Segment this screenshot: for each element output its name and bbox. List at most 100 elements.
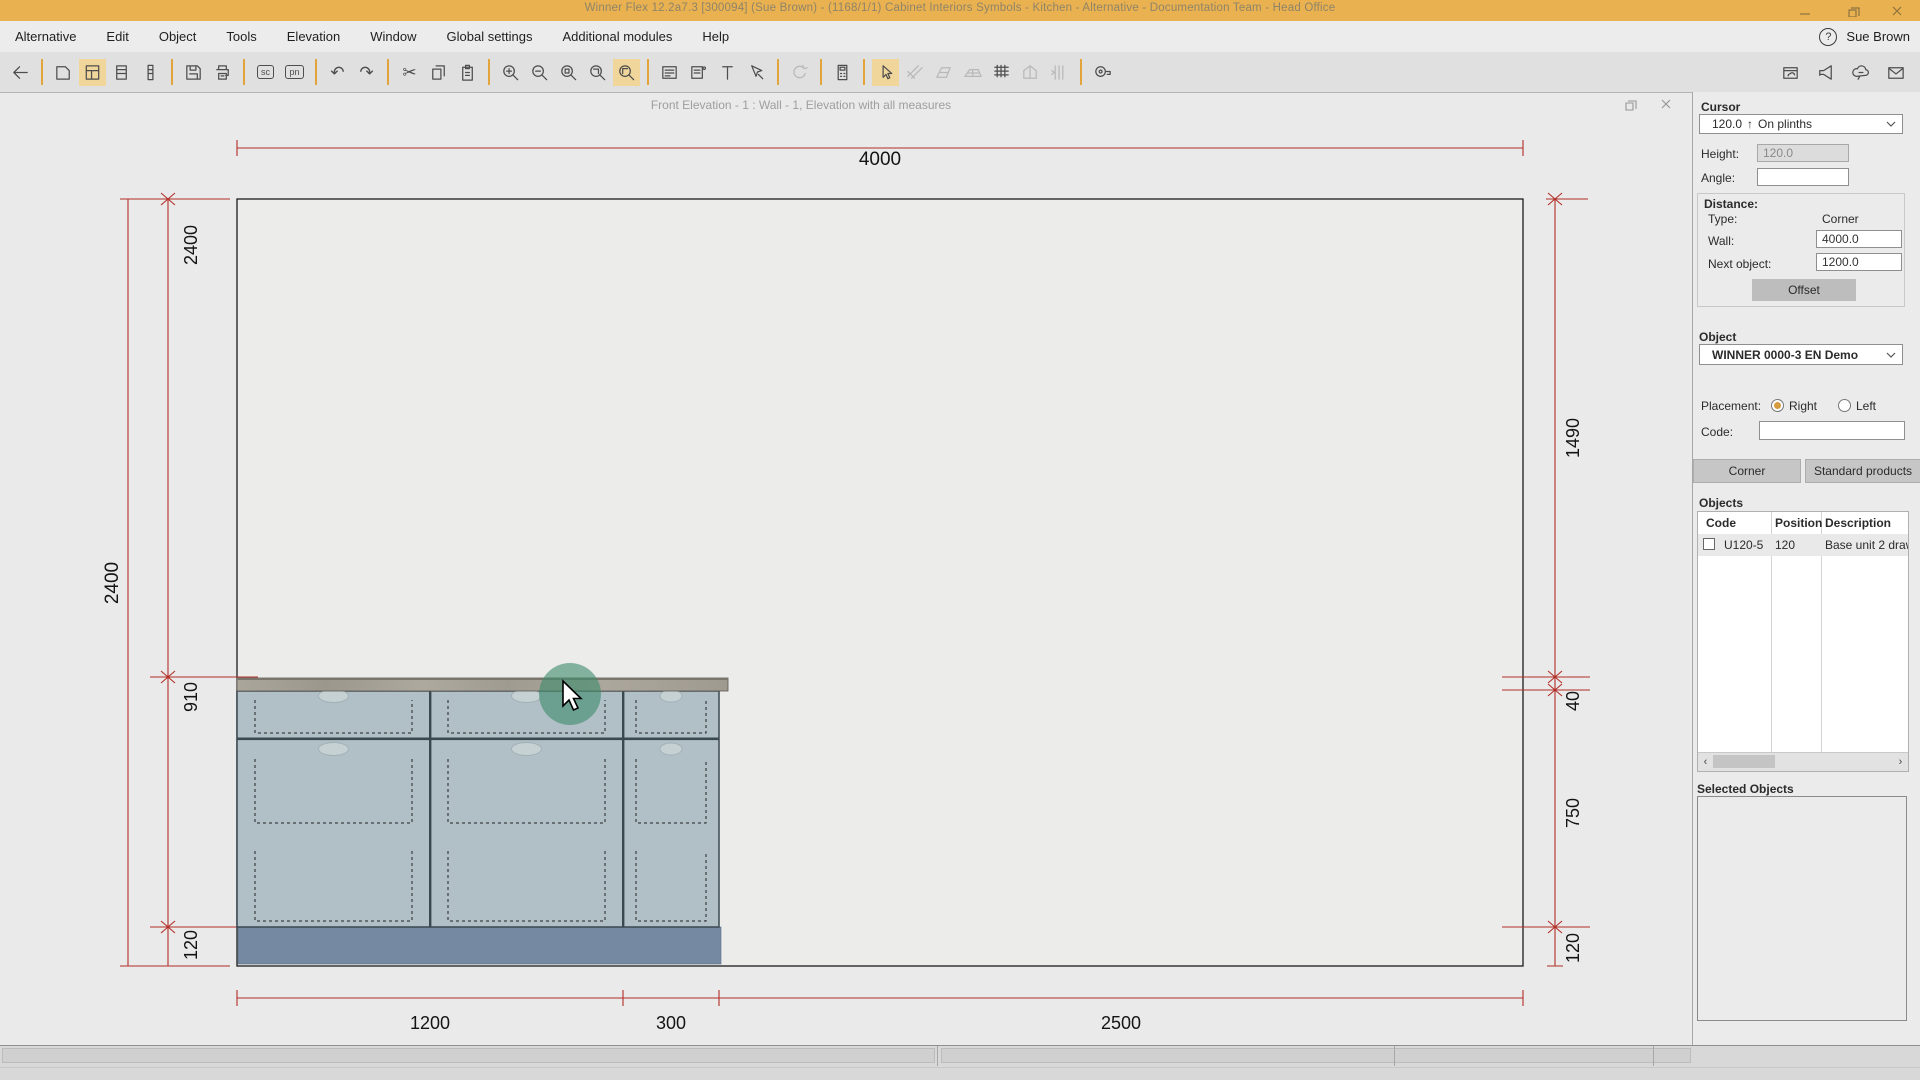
pick-object-button[interactable] bbox=[743, 59, 770, 86]
print-icon bbox=[216, 64, 229, 80]
snapshot-button[interactable] bbox=[1777, 59, 1804, 86]
measure-note-button[interactable] bbox=[685, 59, 712, 86]
text-button[interactable] bbox=[714, 59, 741, 86]
select-button[interactable] bbox=[872, 58, 899, 86]
menu-item-help[interactable]: Help bbox=[687, 21, 744, 52]
menu-item-additional-modules[interactable]: Additional modules bbox=[548, 21, 688, 52]
redo-button[interactable]: ↷ bbox=[353, 59, 380, 86]
objects-table-scrollbar[interactable]: ‹ › bbox=[1698, 752, 1908, 771]
print-button[interactable] bbox=[209, 59, 236, 86]
table-row[interactable]: U120-5 120 Base unit 2 drawer bbox=[1698, 534, 1908, 556]
object-section-label: Object bbox=[1699, 330, 1737, 344]
elevation-list-button[interactable] bbox=[108, 59, 135, 86]
placement-left-radio[interactable] bbox=[1838, 399, 1851, 412]
unit-fronts[interactable] bbox=[236, 690, 720, 928]
dim-label-right-3: 750 bbox=[1563, 798, 1583, 828]
scroll-left-icon[interactable]: ‹ bbox=[1698, 753, 1713, 770]
corner-button[interactable]: Corner bbox=[1693, 459, 1801, 483]
toolbar-separator bbox=[488, 59, 490, 85]
object-catalog-dropdown[interactable]: WINNER 0000-3 EN Demo bbox=[1699, 344, 1903, 365]
mail-button[interactable] bbox=[1882, 59, 1909, 86]
perspective-floor-icon bbox=[964, 68, 982, 77]
cursor-height-value: 120.0 bbox=[1712, 117, 1743, 131]
zoom-in-icon bbox=[503, 64, 519, 80]
calculator-button[interactable] bbox=[829, 59, 856, 86]
angle-field[interactable] bbox=[1757, 168, 1849, 186]
angle-label: Angle: bbox=[1701, 171, 1736, 185]
placement-right-radio[interactable] bbox=[1771, 399, 1784, 412]
copy-button[interactable] bbox=[425, 59, 452, 86]
zoom-out-button[interactable] bbox=[526, 59, 553, 86]
menu-item-elevation[interactable]: Elevation bbox=[272, 21, 355, 52]
article-list-button[interactable] bbox=[137, 59, 164, 86]
zoom-page-button[interactable] bbox=[584, 59, 611, 86]
menu-item-object[interactable]: Object bbox=[144, 21, 212, 52]
menu-item-tools[interactable]: Tools bbox=[211, 21, 271, 52]
restore-button[interactable] bbox=[1838, 2, 1868, 19]
tape-measure-button[interactable] bbox=[1089, 59, 1116, 86]
menu-item-global-settings[interactable]: Global settings bbox=[432, 21, 548, 52]
cursor-mode-dropdown[interactable]: 120.0 ↑ On plinths bbox=[1699, 114, 1903, 134]
floor-plan-button[interactable] bbox=[50, 59, 77, 86]
cut-button[interactable]: ✂ bbox=[396, 59, 423, 86]
undo-icon: ↶ bbox=[330, 62, 345, 82]
dim-label-right-2: 40 bbox=[1563, 691, 1583, 711]
dim-label-bottom-2: 300 bbox=[656, 1013, 686, 1033]
wall-hatch-button bbox=[901, 59, 928, 86]
menu-item-edit[interactable]: Edit bbox=[91, 21, 143, 52]
objects-table[interactable]: Code Position Description U120-5 120 Base … bbox=[1697, 511, 1909, 772]
select-icon bbox=[882, 64, 893, 79]
dim-label-top: 4000 bbox=[859, 149, 901, 170]
minimize-icon bbox=[1800, 12, 1810, 15]
toolbar-separator bbox=[41, 59, 43, 85]
code-field[interactable] bbox=[1759, 421, 1905, 440]
perspective-floor-button bbox=[959, 59, 986, 86]
close-button[interactable] bbox=[1882, 2, 1912, 19]
menu-item-window[interactable]: Window bbox=[355, 21, 431, 52]
grid-button[interactable] bbox=[988, 59, 1015, 86]
height-field[interactable] bbox=[1757, 144, 1849, 162]
toolbar-separator bbox=[820, 59, 822, 85]
scrollbar-thumb[interactable] bbox=[1713, 755, 1775, 768]
pan-icon: pn bbox=[285, 65, 304, 79]
calculator-icon bbox=[837, 64, 848, 80]
undo-button[interactable]: ↶ bbox=[324, 59, 351, 86]
drawing-canvas[interactable]: Front Elevation - 1 : Wall - 1, Elevatio… bbox=[0, 92, 1692, 1045]
measures-button[interactable] bbox=[656, 59, 683, 86]
height-label: Height: bbox=[1701, 147, 1740, 161]
distance-group: Distance: Type: Corner Wall: Next object… bbox=[1697, 193, 1905, 307]
offset-button[interactable]: Offset bbox=[1752, 279, 1856, 301]
canvas-hscrollbar[interactable] bbox=[2, 1048, 935, 1063]
save-button[interactable] bbox=[180, 59, 207, 86]
scale-button[interactable]: sc bbox=[252, 59, 279, 86]
selected-objects-box[interactable] bbox=[1697, 796, 1907, 1021]
objects-section-label: Objects bbox=[1699, 496, 1744, 510]
front-elevation-button[interactable] bbox=[79, 58, 106, 86]
next-object-field[interactable] bbox=[1816, 253, 1902, 271]
secondary-hscrollbar[interactable] bbox=[941, 1048, 1691, 1063]
pan-button[interactable]: pn bbox=[281, 59, 308, 86]
back-button[interactable] bbox=[7, 59, 34, 86]
zoom-in-button[interactable] bbox=[497, 59, 524, 86]
perspective-button bbox=[930, 59, 957, 86]
minimize-button[interactable] bbox=[1790, 2, 1820, 19]
close-icon bbox=[1892, 6, 1902, 15]
wall-distance-field[interactable] bbox=[1816, 230, 1902, 248]
row-checkbox[interactable] bbox=[1703, 538, 1715, 550]
menu-item-alternative[interactable]: Alternative bbox=[0, 21, 91, 52]
help-icon[interactable]: ? bbox=[1819, 27, 1838, 46]
zoom-window-button[interactable] bbox=[613, 58, 640, 86]
article-list-icon bbox=[147, 64, 154, 80]
house-3d-button bbox=[1017, 59, 1044, 86]
base-unit-run[interactable] bbox=[236, 677, 729, 965]
scroll-right-icon[interactable]: › bbox=[1893, 753, 1908, 770]
plinth[interactable] bbox=[237, 926, 722, 965]
support-chat-button[interactable] bbox=[1847, 59, 1874, 86]
dim-label-right-4: 120 bbox=[1563, 933, 1583, 963]
restore-icon bbox=[1847, 7, 1860, 17]
standard-products-button[interactable]: Standard products bbox=[1805, 459, 1920, 483]
announcement-button[interactable] bbox=[1812, 59, 1839, 86]
toolbar-separator bbox=[243, 59, 245, 85]
paste-button[interactable] bbox=[454, 59, 481, 86]
zoom-object-button[interactable] bbox=[555, 59, 582, 86]
